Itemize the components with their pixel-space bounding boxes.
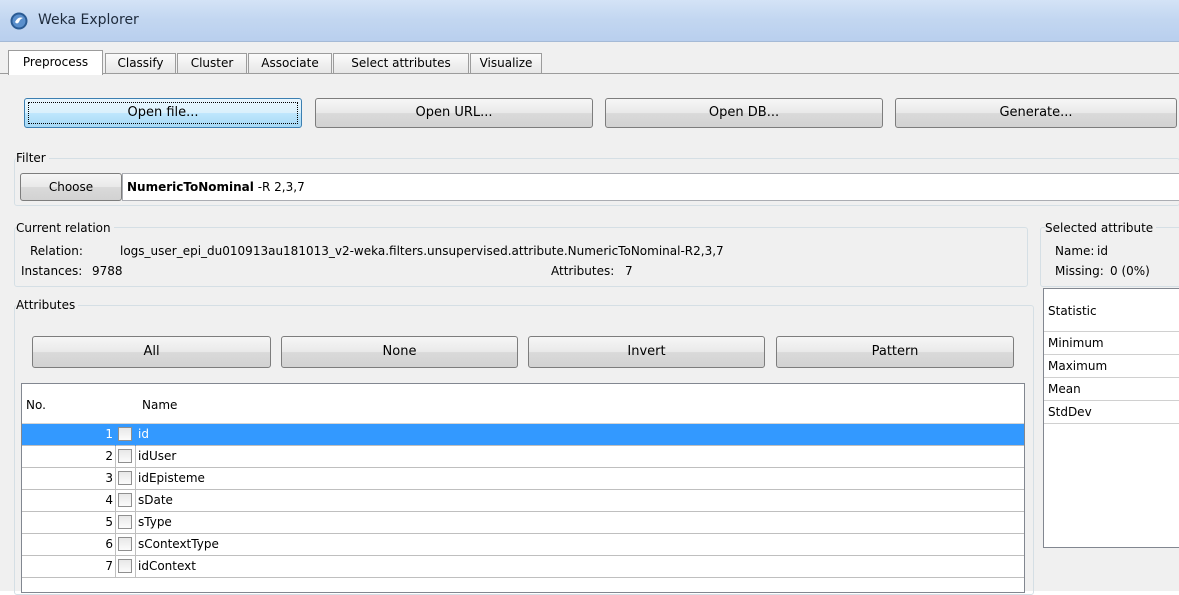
statistic-header-label: Statistic (1048, 304, 1097, 318)
tab-select-attributes[interactable]: Select attributes (333, 53, 469, 74)
statistic-header[interactable]: Statistic (1044, 289, 1179, 332)
table-row[interactable]: 1 id (22, 424, 1024, 446)
current-relation-label: Current relation (16, 221, 114, 235)
table-row[interactable]: 4 sDate (22, 490, 1024, 512)
tab-label: Cluster (190, 56, 234, 70)
tab-divider (0, 73, 1179, 74)
stat-row: Mean (1044, 378, 1179, 401)
open-url-label: Open URL... (415, 105, 493, 120)
tab-label: Classify (117, 56, 164, 70)
invert-label: Invert (627, 344, 666, 359)
attributes-count-value: 7 (625, 264, 633, 278)
attribute-name: idUser (135, 446, 176, 468)
generate-button[interactable]: Generate... (895, 98, 1177, 128)
row-number: 7 (22, 556, 116, 578)
filter-group-label: Filter (16, 151, 49, 165)
stat-maximum: Maximum (1048, 359, 1108, 373)
open-db-label: Open DB... (708, 105, 780, 120)
table-row[interactable]: 7 idContext (22, 556, 1024, 578)
open-file-button[interactable]: Open file... (24, 98, 302, 128)
stat-row: Minimum (1044, 332, 1179, 355)
tab-classify[interactable]: Classify (105, 53, 176, 74)
attribute-checkbox[interactable] (118, 471, 132, 485)
attribute-checkbox[interactable] (118, 493, 132, 507)
name-value: id (1097, 244, 1108, 258)
tab-label: Visualize (479, 56, 533, 70)
tab-label: Select attributes (351, 56, 451, 70)
row-number: 3 (22, 468, 116, 490)
attributes-table: No. Name 1 id 2 idUser 3 idEpisteme 4 sD… (21, 383, 1025, 593)
row-number: 5 (22, 512, 116, 534)
title-bar[interactable]: Weka Explorer (0, 0, 1179, 42)
missing-label: Missing: (1055, 264, 1104, 278)
table-row[interactable]: 2 idUser (22, 446, 1024, 468)
table-header: No. Name (22, 384, 1024, 424)
column-header-name[interactable]: Name (142, 398, 177, 412)
stat-stddev: StdDev (1048, 405, 1092, 419)
tab-visualize[interactable]: Visualize (470, 53, 542, 74)
attributes-group-label: Attributes (16, 298, 79, 312)
relation-value: logs_user_epi_du010913au181013_v2-weka.f… (120, 244, 724, 258)
attribute-checkbox[interactable] (118, 515, 132, 529)
attribute-checkbox[interactable] (118, 427, 132, 441)
choose-label: Choose (48, 180, 94, 194)
instances-label: Instances: (21, 264, 83, 278)
stat-row: StdDev (1044, 401, 1179, 424)
pattern-button[interactable]: Pattern (776, 336, 1014, 368)
tab-label: Associate (261, 56, 319, 70)
attribute-name: id (135, 424, 149, 446)
filter-field[interactable]: NumericToNominal -R 2,3,7 (122, 173, 1179, 201)
attribute-name: sType (135, 512, 172, 534)
attributes-count-label: Attributes: (551, 264, 615, 278)
row-number: 1 (22, 424, 116, 446)
relation-label: Relation: (30, 244, 83, 258)
tab-label: Preprocess (22, 55, 89, 69)
none-label: None (382, 344, 417, 359)
attribute-name: sContextType (135, 534, 219, 556)
missing-value: 0 (0%) (1110, 264, 1150, 278)
pattern-label: Pattern (871, 344, 919, 359)
row-number: 2 (22, 446, 116, 468)
tab-associate[interactable]: Associate (248, 53, 332, 74)
focus-ring (28, 102, 298, 124)
filter-options: -R 2,3,7 (253, 180, 305, 194)
window-title: Weka Explorer (38, 12, 139, 28)
table-row[interactable]: 6 sContextType (22, 534, 1024, 556)
generate-label: Generate... (999, 105, 1073, 120)
row-number: 4 (22, 490, 116, 512)
all-label: All (143, 344, 160, 359)
attribute-name: idEpisteme (135, 468, 205, 490)
invert-selection-button[interactable]: Invert (528, 336, 765, 368)
select-none-button[interactable]: None (281, 336, 518, 368)
statistics-table: Statistic Minimum Maximum Mean StdDev (1043, 288, 1179, 548)
tab-preprocess[interactable]: Preprocess (8, 50, 103, 75)
row-number: 6 (22, 534, 116, 556)
stat-row: Maximum (1044, 355, 1179, 378)
column-header-no[interactable]: No. (26, 398, 46, 412)
tab-cluster[interactable]: Cluster (177, 53, 247, 74)
attribute-checkbox[interactable] (118, 449, 132, 463)
selected-attribute-label: Selected attribute (1045, 221, 1157, 235)
stat-mean: Mean (1048, 382, 1081, 396)
attribute-name: sDate (135, 490, 173, 512)
attribute-checkbox[interactable] (118, 559, 132, 573)
choose-filter-button[interactable]: Choose (20, 173, 122, 201)
name-label: Name: (1055, 244, 1095, 258)
select-all-button[interactable]: All (32, 336, 271, 368)
filter-name: NumericToNominal (127, 180, 254, 194)
open-db-button[interactable]: Open DB... (605, 98, 883, 128)
table-row[interactable]: 3 idEpisteme (22, 468, 1024, 490)
table-row[interactable]: 5 sType (22, 512, 1024, 534)
open-url-button[interactable]: Open URL... (315, 98, 593, 128)
stat-minimum: Minimum (1048, 336, 1104, 350)
weka-bird-icon (10, 12, 28, 30)
attribute-name: idContext (135, 556, 196, 578)
instances-value: 9788 (92, 264, 123, 278)
attribute-checkbox[interactable] (118, 537, 132, 551)
